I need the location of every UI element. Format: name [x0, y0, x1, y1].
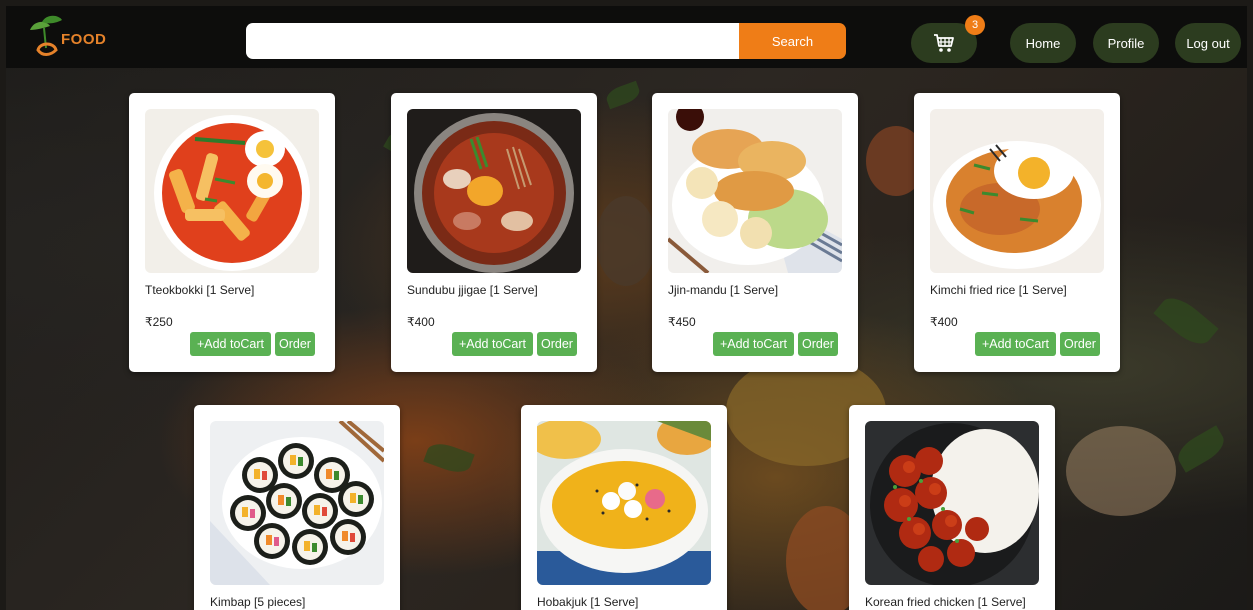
product-price: ₹250 [145, 315, 173, 329]
background-herb [423, 438, 475, 478]
product-name: Tteokbokki [1 Serve] [145, 283, 255, 297]
add-to-cart-button[interactable]: +Add toCart [452, 332, 533, 356]
brand-logo[interactable]: FOOD [24, 12, 114, 60]
product-name: Hobakjuk [1 Serve] [537, 595, 639, 609]
product-name: Sundubu jjigae [1 Serve] [407, 283, 538, 297]
top-navbar: FOOD Search 3 Home Profile Log out [6, 6, 1247, 68]
background-herb [1153, 290, 1219, 352]
search-button[interactable]: Search [739, 23, 846, 59]
product-image-korean-fried-chicken[interactable] [865, 421, 1039, 585]
product-image-sundubu-jjigae[interactable] [407, 109, 581, 273]
search-bar: Search [246, 23, 846, 59]
search-input[interactable] [246, 23, 739, 59]
product-price: ₹400 [407, 315, 435, 329]
add-to-cart-button[interactable]: +Add toCart [975, 332, 1056, 356]
product-card: Jjin-mandu [1 Serve] ₹450 +Add toCart Or… [652, 93, 858, 372]
order-button[interactable]: Order [798, 332, 838, 356]
order-button[interactable]: Order [537, 332, 577, 356]
product-image-kimbap[interactable] [210, 421, 384, 585]
background-bowl [1066, 426, 1176, 516]
brand-name: FOOD [61, 31, 107, 48]
add-to-cart-button[interactable]: +Add toCart [190, 332, 271, 356]
product-card: Kimchi fried rice [1 Serve] ₹400 +Add to… [914, 93, 1120, 372]
product-name: Kimbap [5 pieces] [210, 595, 306, 609]
app-frame: FOOD Search 3 Home Profile Log out Tteok… [6, 6, 1247, 610]
background-herb [1172, 425, 1230, 473]
background-bowl [596, 196, 656, 286]
order-button[interactable]: Order [1060, 332, 1100, 356]
product-name: Jjin-mandu [1 Serve] [668, 283, 779, 297]
cart-count-badge: 3 [965, 15, 985, 35]
product-image-jjin-mandu[interactable] [668, 109, 842, 273]
product-price: ₹450 [668, 315, 696, 329]
product-card: Sundubu jjigae [1 Serve] ₹400 +Add toCar… [391, 93, 597, 372]
product-name: Korean fried chicken [1 Serve] [865, 595, 1026, 609]
product-image-kimchi-fried-rice[interactable] [930, 109, 1104, 273]
product-name: Kimchi fried rice [1 Serve] [930, 283, 1067, 297]
product-card: Kimbap [5 pieces] [194, 405, 400, 610]
product-price: ₹400 [930, 315, 958, 329]
logout-button[interactable]: Log out [1175, 23, 1241, 63]
add-to-cart-button[interactable]: +Add toCart [713, 332, 794, 356]
background-herb [603, 80, 643, 110]
product-image-hobakjuk[interactable] [537, 421, 711, 585]
product-card: Korean fried chicken [1 Serve] [849, 405, 1055, 610]
product-card: Hobakjuk [1 Serve] [521, 405, 727, 610]
product-card: Tteokbokki [1 Serve] ₹250 +Add toCart Or… [129, 93, 335, 372]
home-button[interactable]: Home [1010, 23, 1076, 63]
order-button[interactable]: Order [275, 332, 315, 356]
product-image-tteokbokki[interactable] [145, 109, 319, 273]
profile-button[interactable]: Profile [1093, 23, 1159, 63]
cart-icon [934, 34, 954, 52]
